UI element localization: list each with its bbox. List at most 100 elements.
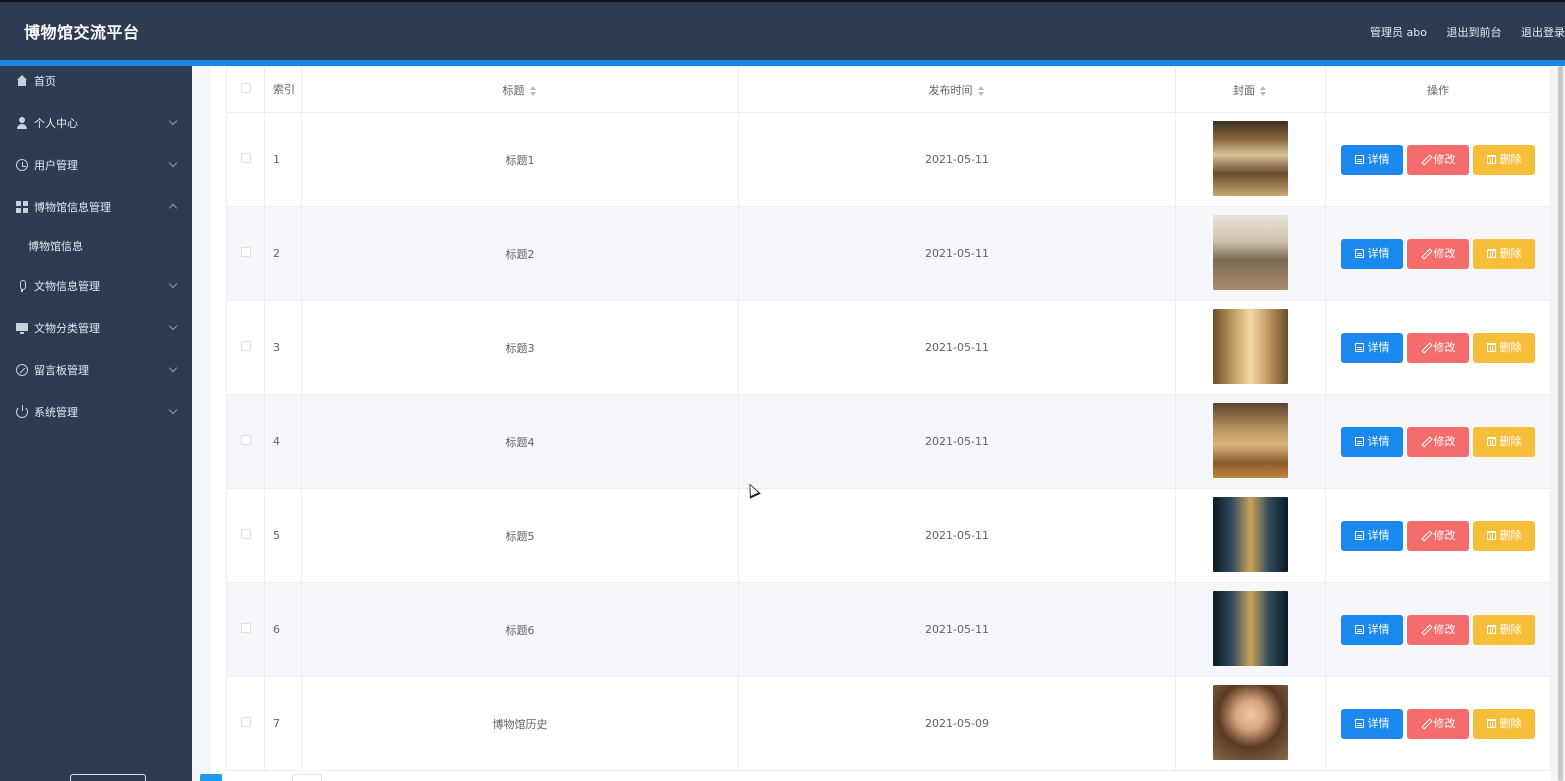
row-checkbox[interactable] [240,247,251,257]
app-title: 博物馆交流平台 [24,23,140,42]
row-select-cell[interactable] [226,676,265,771]
detail-label: 详情 [1367,716,1390,730]
row-checkbox[interactable] [240,623,251,633]
detail-button[interactable]: 详情 [1341,426,1403,457]
row-checkbox[interactable] [240,435,251,445]
table-row: 5 标题5 2021-05-11 详情 修改 删除 [226,488,1551,583]
edit-label: 修改 [1433,246,1456,260]
detail-button[interactable]: 详情 [1341,238,1403,269]
edit-button[interactable]: 修改 [1407,238,1469,269]
detail-button[interactable]: 详情 [1341,144,1403,175]
pencil-icon [1421,343,1430,352]
table-row: 7 博物馆历史 2021-05-09 详情 修改 删除 [226,676,1551,771]
delete-button[interactable]: 删除 [1473,708,1535,739]
pencil-icon [1421,249,1430,258]
row-checkbox[interactable] [240,529,251,539]
row-actions: 详情 修改 删除 [1325,676,1551,771]
sort-icon[interactable] [529,85,538,96]
row-date: 2021-05-11 [738,300,1176,395]
row-select-cell[interactable] [226,488,265,583]
row-index: 6 [264,582,302,677]
scrollbar-thumb[interactable] [1558,66,1563,781]
page-size-select[interactable] [70,774,146,781]
row-checkbox[interactable] [240,153,251,163]
sidebar-item-system-management[interactable]: 系统管理 [0,397,192,427]
chevron-up-icon [168,203,178,213]
detail-button[interactable]: 详情 [1341,708,1403,739]
row-checkbox[interactable] [240,717,251,727]
document-icon [1354,248,1364,258]
table-row: 1 标题1 2021-05-11 详情 修改 删除 [226,112,1551,207]
delete-button[interactable]: 删除 [1473,332,1535,363]
back-to-front-link[interactable]: 退出到前台 [1447,26,1502,39]
chevron-down-icon [168,116,178,126]
logout-link[interactable]: 退出登录 [1521,26,1565,39]
document-icon [1354,530,1364,540]
sidebar-item-home[interactable]: 首页 [0,66,192,96]
sort-icon[interactable] [977,85,986,96]
sidebar-item-personal-center[interactable]: 个人中心 [0,108,192,138]
sort-icon[interactable] [1260,85,1268,96]
sidebar-item-relic-category-management[interactable]: 文物分类管理 [0,313,192,343]
sidebar-item-label: 首页 [34,75,56,88]
edit-button[interactable]: 修改 [1407,614,1469,645]
row-select-cell[interactable] [226,300,265,395]
row-select-cell[interactable] [226,582,265,677]
delete-button[interactable]: 删除 [1473,238,1535,269]
select-all-cell[interactable] [226,66,265,113]
chevron-down-icon [168,158,178,168]
detail-label: 详情 [1367,528,1390,542]
mic-icon [16,280,28,292]
detail-button[interactable]: 详情 [1341,614,1403,645]
row-select-cell[interactable] [226,394,265,489]
header-title[interactable]: 标题 [301,66,739,113]
delete-button[interactable]: 删除 [1473,144,1535,175]
row-date: 2021-05-11 [738,206,1176,301]
edit-button[interactable]: 修改 [1407,144,1469,175]
row-date: 2021-05-11 [738,112,1176,207]
row-select-cell[interactable] [226,112,265,207]
header-cover-label: 封面 [1233,83,1255,97]
delete-button[interactable]: 删除 [1473,614,1535,645]
detail-button[interactable]: 详情 [1341,520,1403,551]
main-content: 索引 标题 发布时间 封面 操作 1 标题1 2021-05-11 详情 修改 删除… [192,66,1565,781]
sidebar-item-relic-info-management[interactable]: 文物信息管理 [0,271,192,301]
grid-icon [16,201,28,213]
sidebar-item-user-management[interactable]: 用户管理 [0,150,192,180]
select-all-checkbox[interactable] [240,83,251,93]
row-index: 2 [264,206,302,301]
row-select-cell[interactable] [226,206,265,301]
row-date: 2021-05-09 [738,676,1176,771]
row-title: 博物馆历史 [301,676,739,771]
sidebar-item-message-board-management[interactable]: 留言板管理 [0,355,192,385]
detail-button[interactable]: 详情 [1341,332,1403,363]
vertical-scrollbar[interactable] [1556,66,1565,781]
edit-button[interactable]: 修改 [1407,520,1469,551]
pencil-icon [1421,155,1430,164]
pencil-icon [1421,531,1430,540]
chevron-down-icon [168,279,178,289]
row-checkbox[interactable] [240,341,251,351]
cover-image [1213,684,1288,760]
edit-button[interactable]: 修改 [1407,708,1469,739]
header-title-label: 标题 [502,83,525,97]
delete-label: 删除 [1499,434,1522,448]
row-index: 1 [264,112,302,207]
delete-button[interactable]: 删除 [1473,426,1535,457]
row-actions: 详情 修改 删除 [1325,206,1551,301]
current-page-button[interactable] [200,774,222,781]
table-row: 3 标题3 2021-05-11 详情 修改 删除 [226,300,1551,395]
row-cover-cell [1175,300,1326,395]
page-jump-input[interactable] [292,774,322,781]
edit-button[interactable]: 修改 [1407,426,1469,457]
edit-button[interactable]: 修改 [1407,332,1469,363]
header-cover[interactable]: 封面 [1175,66,1326,113]
header-date[interactable]: 发布时间 [738,66,1176,113]
edit-label: 修改 [1433,528,1456,542]
sidebar-subitem-museum-info[interactable]: 博物馆信息 [0,231,192,261]
delete-button[interactable]: 删除 [1473,520,1535,551]
row-actions: 详情 修改 删除 [1325,112,1551,207]
trash-icon [1486,436,1496,446]
chevron-down-icon [168,363,178,373]
sidebar-item-museum-info-management[interactable]: 博物馆信息管理 [0,192,192,222]
